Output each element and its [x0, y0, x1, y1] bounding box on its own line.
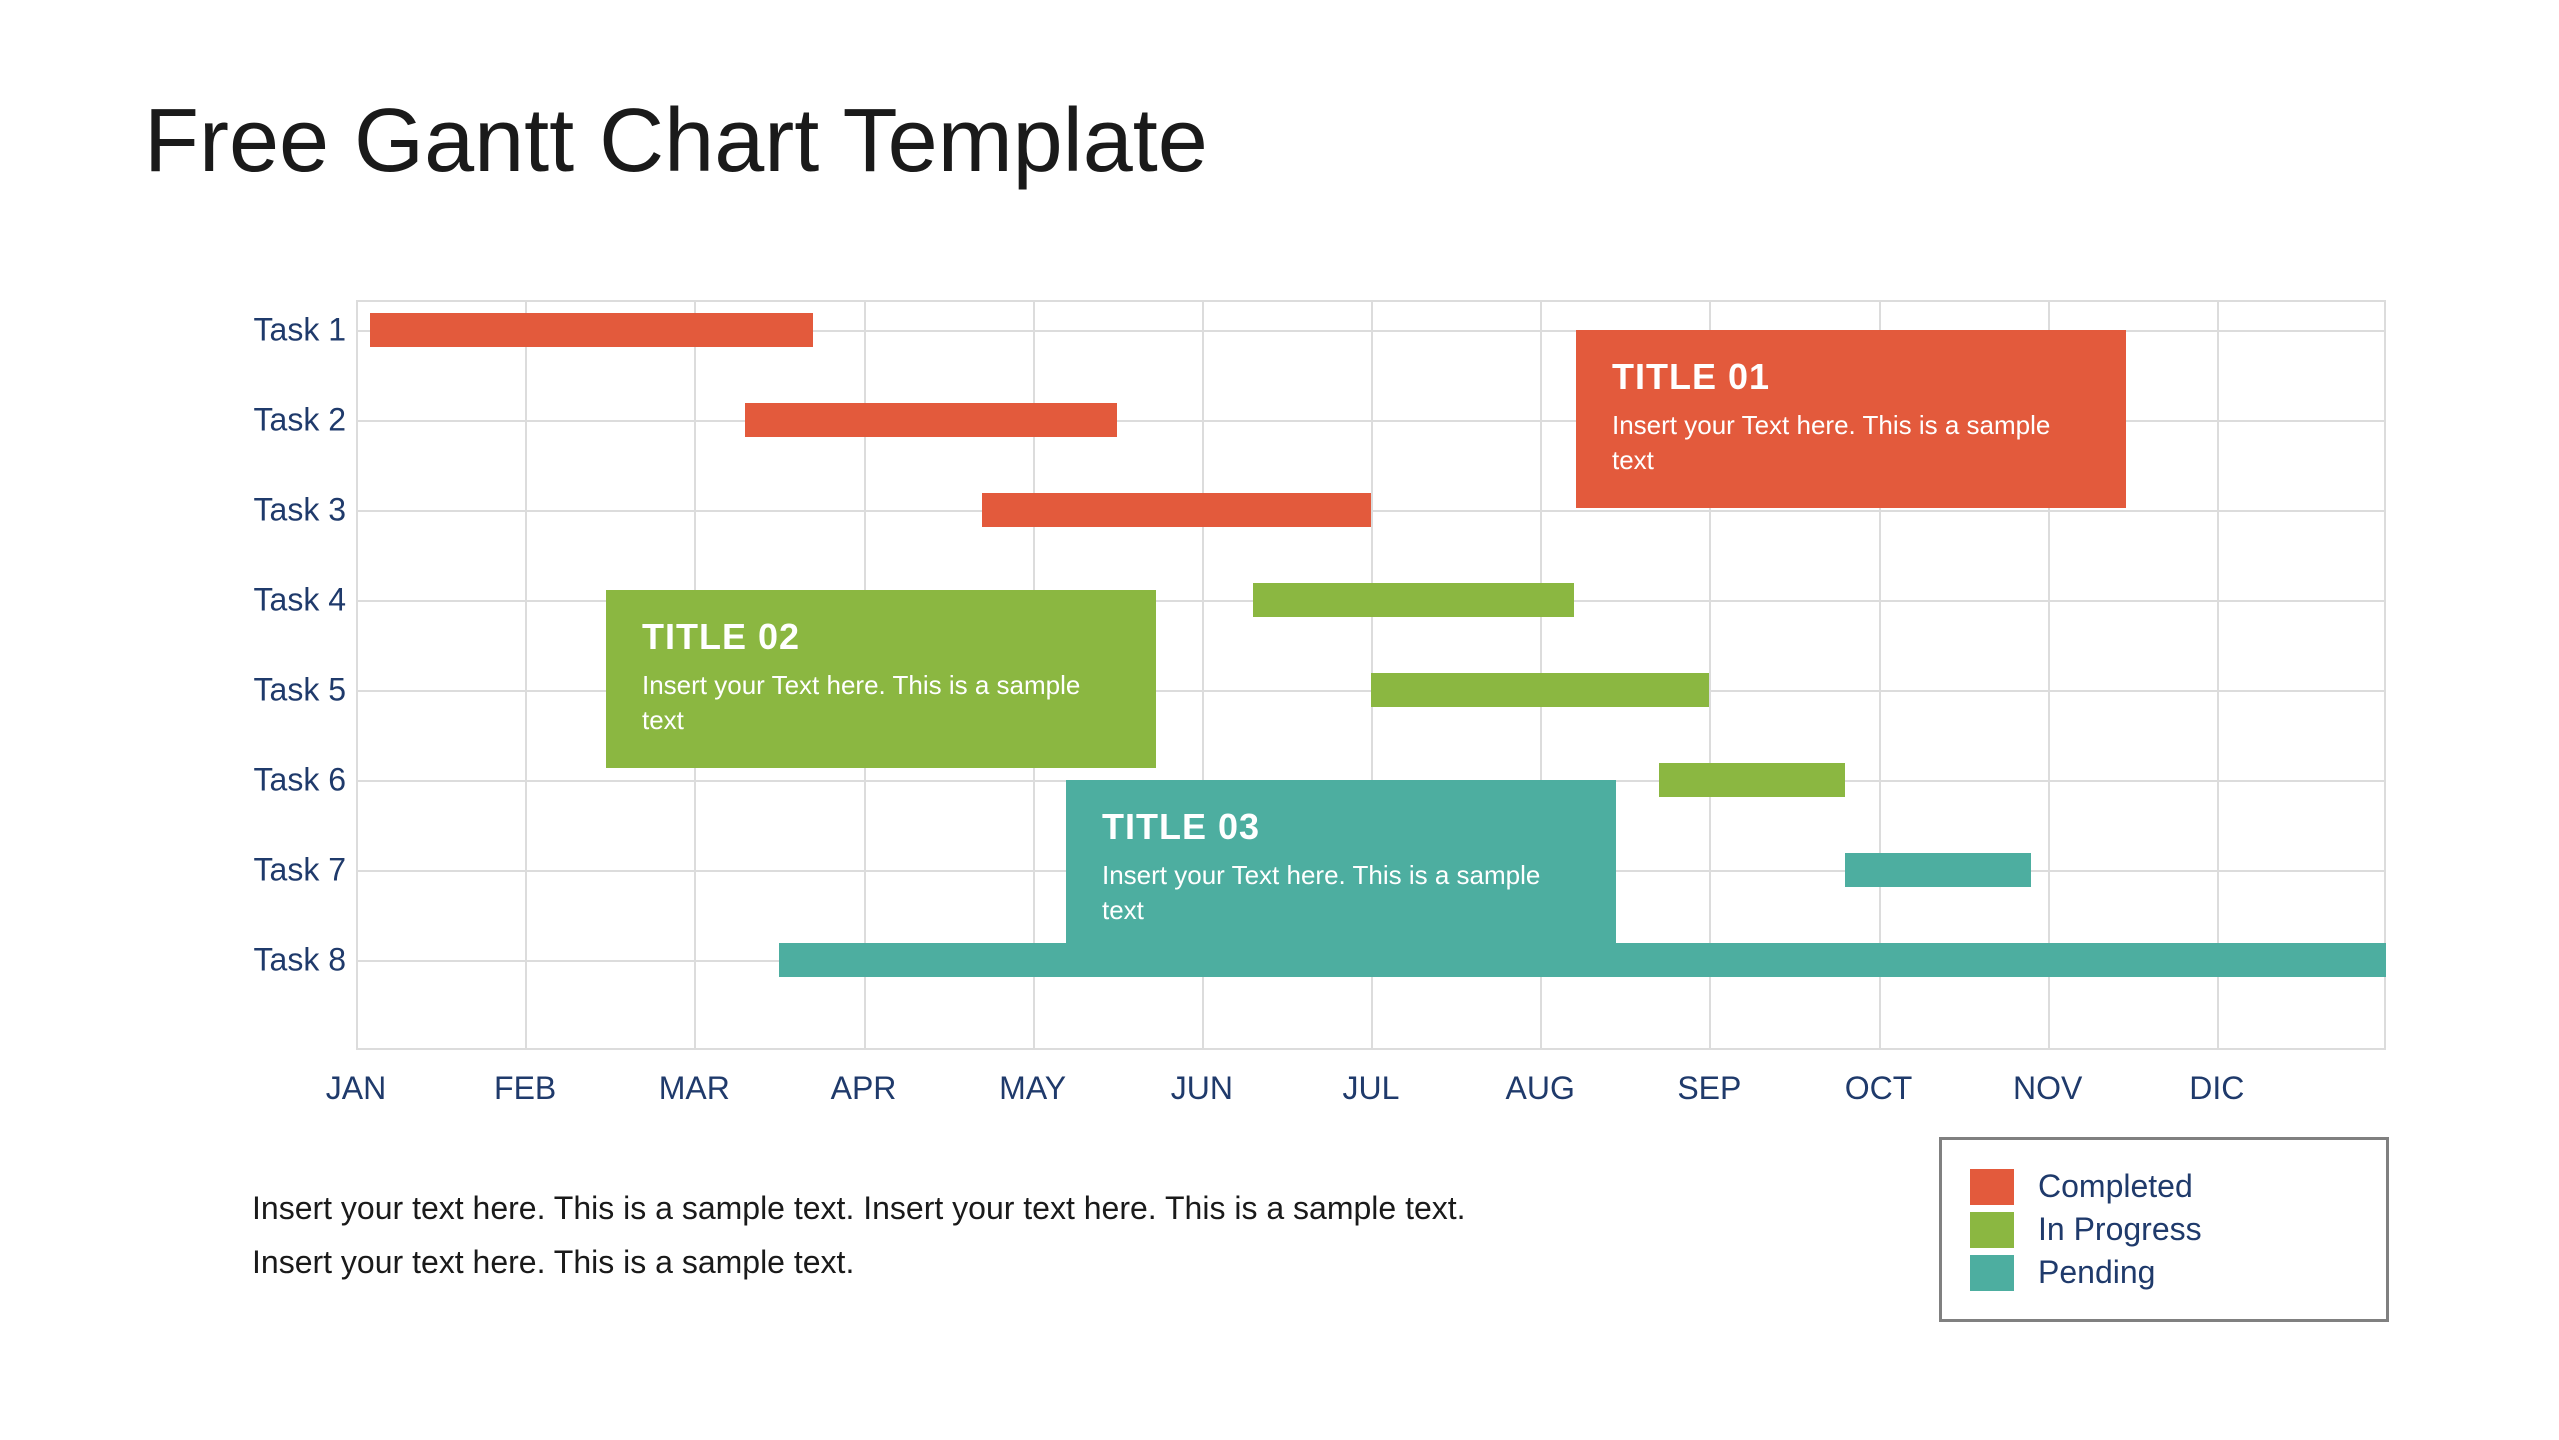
legend-swatch-pending [1970, 1255, 2014, 1291]
gridline-v [2217, 300, 2219, 1050]
gantt-bar [1253, 583, 1574, 617]
slide: Free Gantt Chart Template JANFEBMARAPRMA… [0, 0, 2559, 1440]
month-label: OCT [1845, 1070, 1913, 1107]
gantt-plot: JANFEBMARAPRMAYJUNJULAUGSEPOCTNOVDICTask… [356, 300, 2386, 1050]
gantt-bar [1845, 853, 2031, 887]
callout-1-body: Insert your Text here. This is a sample … [1612, 408, 2090, 478]
legend-item-pending: Pending [1970, 1254, 2358, 1291]
legend-label-pending: Pending [2038, 1254, 2155, 1291]
callout-2: TITLE 02 Insert your Text here. This is … [606, 590, 1156, 768]
month-label: MAY [999, 1070, 1066, 1107]
callout-3: TITLE 03 Insert your Text here. This is … [1066, 780, 1616, 958]
callout-1: TITLE 01 Insert your Text here. This is … [1576, 330, 2126, 508]
month-label: AUG [1505, 1070, 1574, 1107]
month-label: JAN [326, 1070, 386, 1107]
gantt-bar [1371, 673, 1709, 707]
gantt-bar [370, 313, 813, 347]
gantt-chart: JANFEBMARAPRMAYJUNJULAUGSEPOCTNOVDICTask… [216, 300, 2396, 1050]
callout-2-body: Insert your Text here. This is a sample … [642, 668, 1120, 738]
month-label: NOV [2013, 1070, 2082, 1107]
task-label: Task 2 [254, 402, 346, 439]
task-label: Task 4 [254, 582, 346, 619]
month-label: JUL [1343, 1070, 1400, 1107]
month-label: DIC [2189, 1070, 2244, 1107]
task-label: Task 7 [254, 852, 346, 889]
callout-1-title: TITLE 01 [1612, 356, 2090, 398]
gridline-v [2384, 300, 2386, 1050]
task-label: Task 8 [254, 942, 346, 979]
legend-item-in-progress: In Progress [1970, 1211, 2358, 1248]
task-label: Task 5 [254, 672, 346, 709]
legend-label-in-progress: In Progress [2038, 1211, 2202, 1248]
gridline-v [525, 300, 527, 1050]
task-label: Task 6 [254, 762, 346, 799]
gantt-bar [1659, 763, 1845, 797]
task-label: Task 1 [254, 312, 346, 349]
gantt-bar [982, 493, 1371, 527]
task-label: Task 3 [254, 492, 346, 529]
legend: Completed In Progress Pending [1939, 1137, 2389, 1322]
month-label: MAR [659, 1070, 730, 1107]
legend-item-completed: Completed [1970, 1168, 2358, 1205]
page-title: Free Gantt Chart Template [144, 90, 1208, 193]
footer-line-1: Insert your text here. This is a sample … [252, 1190, 1466, 1227]
month-label: FEB [494, 1070, 556, 1107]
callout-3-title: TITLE 03 [1102, 806, 1580, 848]
gridline-v [356, 300, 358, 1050]
legend-swatch-in-progress [1970, 1212, 2014, 1248]
month-label: APR [831, 1070, 897, 1107]
legend-swatch-completed [1970, 1169, 2014, 1205]
month-label: JUN [1171, 1070, 1233, 1107]
month-label: SEP [1677, 1070, 1741, 1107]
callout-3-body: Insert your Text here. This is a sample … [1102, 858, 1580, 928]
legend-label-completed: Completed [2038, 1168, 2193, 1205]
gantt-bar [745, 403, 1117, 437]
callout-2-title: TITLE 02 [642, 616, 1120, 658]
footer-line-2: Insert your text here. This is a sample … [252, 1244, 854, 1281]
